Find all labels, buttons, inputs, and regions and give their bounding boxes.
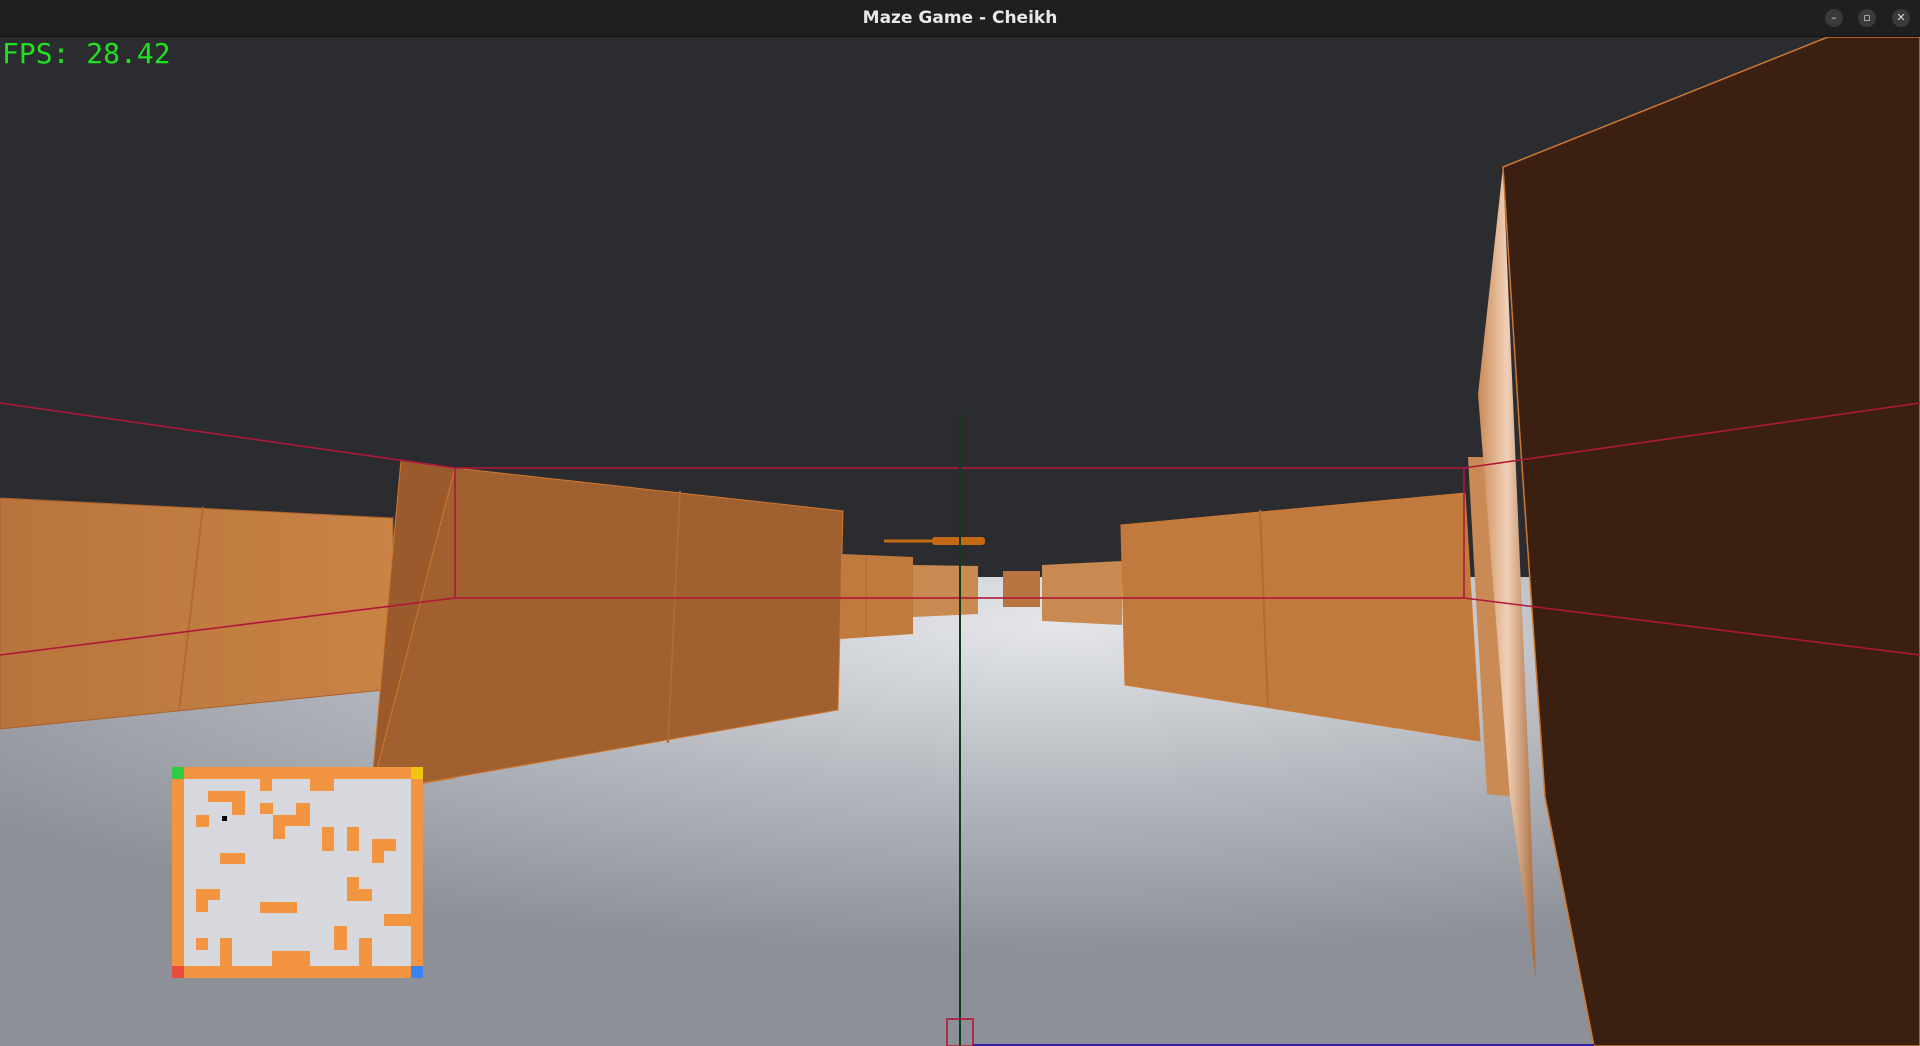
window-title: Maze Game - Cheikh bbox=[862, 8, 1058, 28]
wall-mid-left bbox=[840, 554, 913, 639]
distant-object bbox=[932, 537, 985, 545]
fps-counter: FPS: 28.42 bbox=[2, 37, 171, 70]
wall-far bbox=[1003, 571, 1040, 607]
wall-right-dark bbox=[1502, 37, 1920, 1046]
close-button[interactable]: ✕ bbox=[1892, 9, 1910, 27]
minimap-corner-goal bbox=[411, 767, 423, 779]
wall-far bbox=[913, 565, 978, 617]
maximize-button[interactable]: ▫ bbox=[1858, 9, 1876, 27]
minimap-player-dot bbox=[222, 816, 227, 821]
minimize-button[interactable]: – bbox=[1825, 9, 1843, 27]
minimap bbox=[172, 767, 423, 978]
title-bar: Maze Game - Cheikh – ▫ ✕ bbox=[0, 0, 1920, 37]
wall-mid-right bbox=[1042, 561, 1122, 625]
minimap-corner-start bbox=[172, 767, 184, 779]
minimap-corner-red bbox=[172, 966, 184, 978]
minimap-corner-blue bbox=[411, 966, 423, 978]
